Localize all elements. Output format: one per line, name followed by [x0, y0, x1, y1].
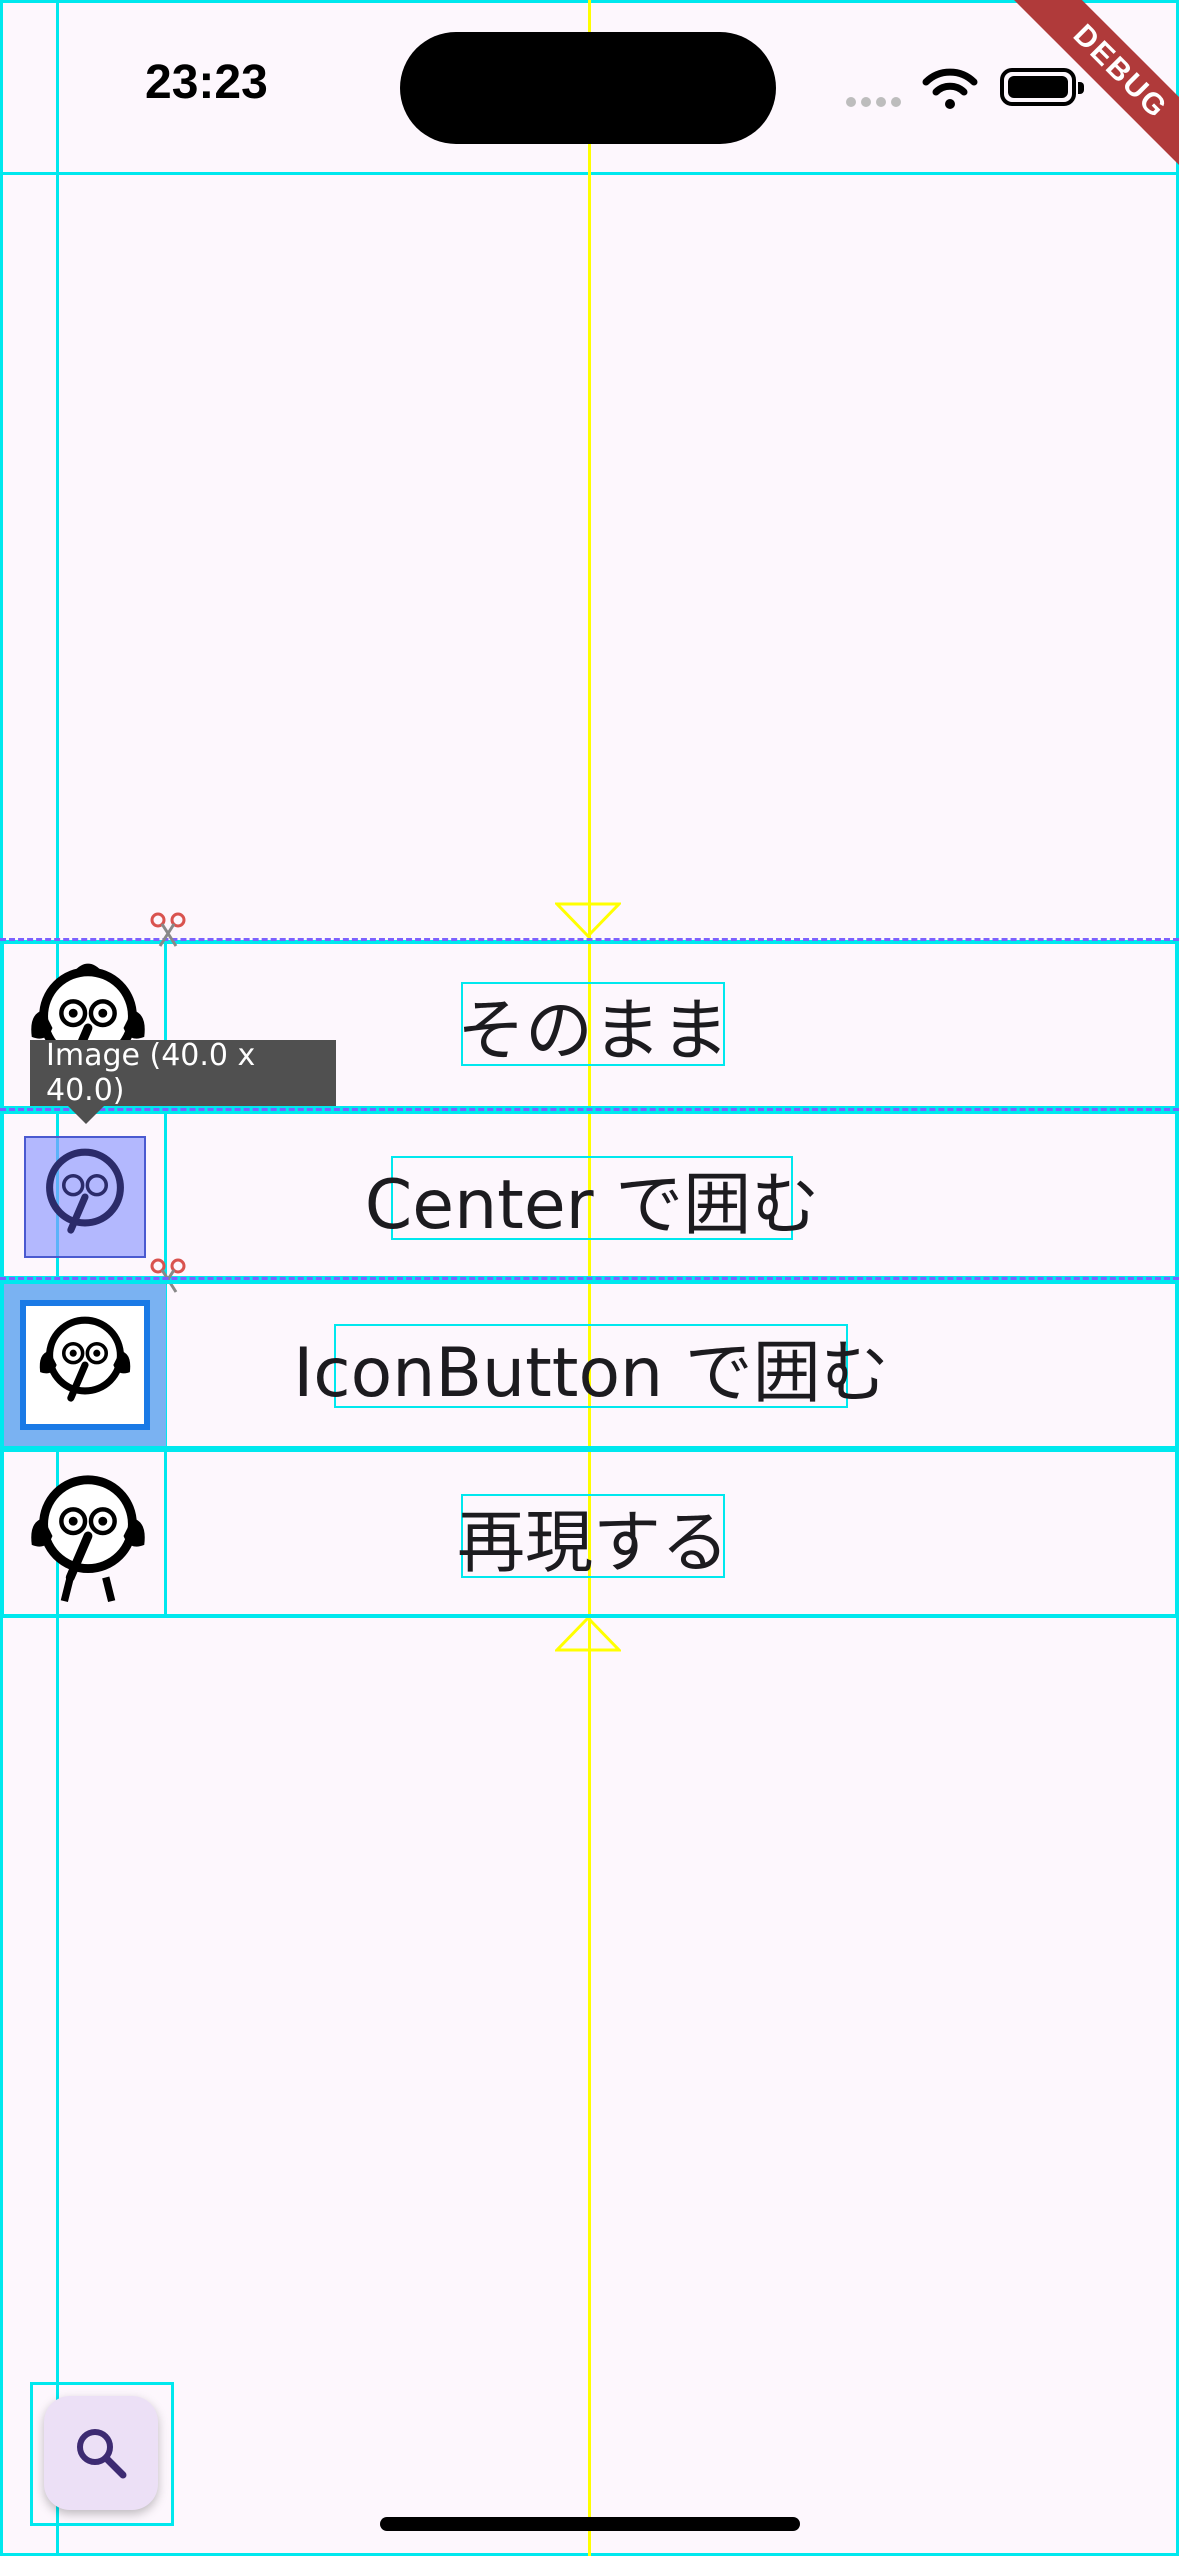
search-icon [77, 2429, 127, 2479]
divider [0, 1108, 1179, 1111]
bird-avatar-icon [39, 1316, 131, 1402]
tooltip-pointer-icon [66, 1104, 106, 1124]
row-label: 再現する [457, 1494, 729, 1583]
status-time: 23:23 [145, 56, 268, 109]
home-indicator [380, 2517, 800, 2531]
up-arrow-guide-icon [555, 1616, 621, 1652]
row-label: Center で囲む [365, 1156, 819, 1245]
dynamic-island [400, 32, 776, 144]
selected-image-highlight[interactable] [24, 1136, 146, 1258]
down-arrow-guide-icon [555, 902, 621, 938]
list-item-row-3[interactable]: IconButton で囲む [0, 1280, 1179, 1450]
icon-button[interactable] [4, 1284, 166, 1446]
scissors-icon [150, 912, 186, 947]
inspector-fab[interactable] [44, 2396, 158, 2510]
signal-dots-icon [846, 94, 906, 107]
list-item-row-4[interactable]: 再現する [0, 1448, 1179, 1618]
list-item-row-2[interactable]: Center で囲む [0, 1110, 1179, 1280]
battery-icon [1000, 68, 1084, 106]
bird-avatar-icon [31, 1475, 145, 1603]
row-label: そのまま [457, 982, 729, 1071]
wifi-icon [922, 68, 978, 109]
bird-avatar-icon [46, 1148, 124, 1234]
row-label: IconButton で囲む [293, 1324, 889, 1413]
inspector-tooltip: Image (40.0 x 40.0) [30, 1038, 336, 1108]
